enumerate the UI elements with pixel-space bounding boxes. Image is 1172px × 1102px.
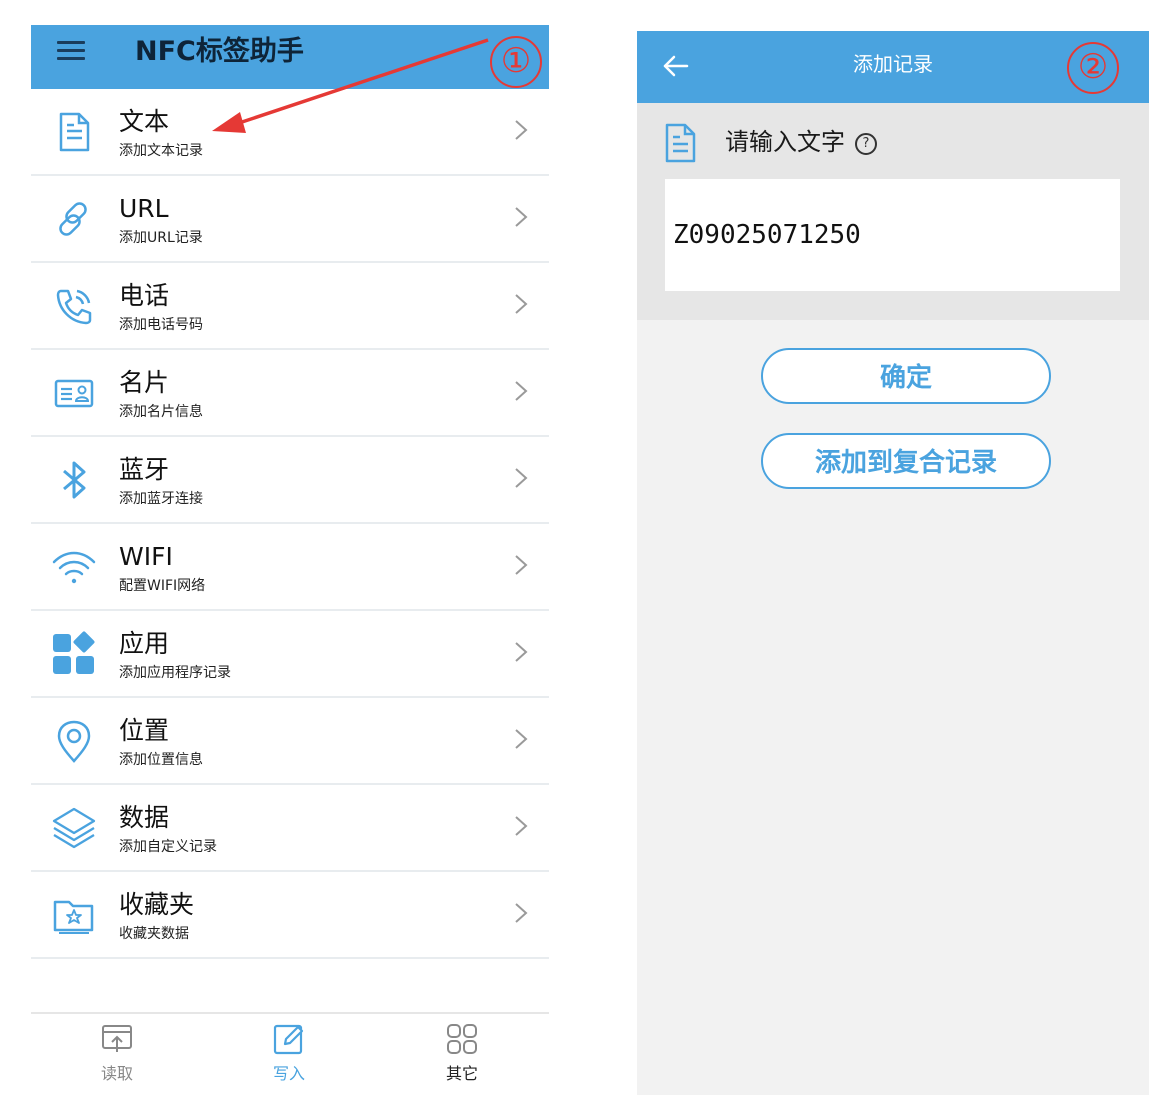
list-item-phone[interactable]: 电话 添加电话号码 [31, 263, 549, 350]
read-icon [102, 1025, 132, 1052]
item-title: 名片 [119, 368, 170, 397]
item-subtitle: 添加蓝牙连接 [119, 491, 203, 507]
bluetooth-icon [63, 461, 86, 499]
chevron-right-icon [515, 555, 528, 575]
tab-label: 读取 [100, 1064, 133, 1083]
left-screen: NFC标签助手 文本 添加文本记录 URL 添加URL记录 电话 添加电话号码 … [31, 25, 549, 1095]
item-subtitle: 配置WIFI网络 [119, 578, 206, 594]
annotation-step-1: ① [490, 36, 542, 88]
list-item-wifi[interactable]: WIFI 配置WIFI网络 [31, 524, 549, 611]
list-item-data[interactable]: 数据 添加自定义记录 [31, 785, 549, 872]
tab-other[interactable]: 其它 [402, 1022, 522, 1084]
help-icon[interactable]: ? [855, 133, 877, 155]
grid-icon [447, 1024, 477, 1054]
chevron-right-icon [515, 729, 528, 749]
chevron-right-icon [515, 294, 528, 314]
confirm-button[interactable]: 确定 [761, 348, 1051, 404]
phone-icon [56, 289, 92, 325]
chevron-right-icon [515, 381, 528, 401]
item-subtitle: 添加名片信息 [119, 404, 203, 420]
bottom-tab-bar: 读取 写入 其它 [31, 1012, 549, 1097]
tab-read[interactable]: 读取 [57, 1022, 177, 1084]
text-input-section: 请输入文字 ? [637, 103, 1149, 320]
document-icon [665, 123, 696, 163]
chevron-right-icon [515, 903, 528, 923]
list-item-apps[interactable]: 应用 添加应用程序记录 [31, 611, 549, 698]
list-item-bluetooth[interactable]: 蓝牙 添加蓝牙连接 [31, 437, 549, 524]
wifi-icon [52, 551, 96, 584]
annotation-step-2: ② [1067, 42, 1119, 94]
item-title: 蓝牙 [119, 455, 170, 484]
add-to-composite-record-button[interactable]: 添加到复合记录 [761, 433, 1051, 489]
favorites-folder-icon [53, 900, 94, 934]
right-screen: 添加记录 请输入文字 ? 确定 添加到复合记录 [637, 31, 1149, 1095]
document-icon [59, 112, 90, 152]
input-prompt-label: 请输入文字 [725, 128, 845, 156]
item-title: WIFI [119, 542, 173, 571]
item-title: 文本 [119, 107, 170, 136]
text-input[interactable] [665, 179, 1120, 291]
item-subtitle: 收藏夹数据 [119, 926, 189, 942]
chevron-right-icon [515, 120, 528, 140]
item-subtitle: 添加URL记录 [119, 230, 203, 246]
item-title: URL [119, 194, 169, 223]
list-item-text[interactable]: 文本 添加文本记录 [31, 89, 549, 176]
list-item-url[interactable]: URL 添加URL记录 [31, 176, 549, 263]
item-title: 收藏夹 [119, 890, 195, 919]
chevron-right-icon [515, 816, 528, 836]
item-title: 数据 [119, 803, 170, 832]
write-icon [273, 1024, 304, 1055]
list-item-location[interactable]: 位置 添加位置信息 [31, 698, 549, 785]
app-header: NFC标签助手 [31, 25, 549, 89]
item-subtitle: 添加应用程序记录 [119, 665, 231, 681]
chevron-right-icon [515, 207, 528, 227]
item-subtitle: 添加位置信息 [119, 752, 203, 768]
app-title: NFC标签助手 [135, 36, 304, 67]
link-icon [59, 202, 87, 236]
menu-icon[interactable] [57, 41, 85, 61]
location-pin-icon [57, 720, 91, 763]
item-subtitle: 添加自定义记录 [119, 839, 217, 855]
apps-icon [53, 631, 95, 674]
tab-label: 其它 [445, 1064, 478, 1083]
item-subtitle: 添加文本记录 [119, 143, 203, 159]
item-title: 位置 [119, 716, 170, 745]
chevron-right-icon [515, 642, 528, 662]
item-title: 应用 [119, 629, 170, 658]
item-subtitle: 添加电话号码 [119, 317, 203, 333]
list-item-favorites[interactable]: 收藏夹 收藏夹数据 [31, 872, 549, 959]
tab-label: 写入 [272, 1064, 305, 1083]
list-item-contact-card[interactable]: 名片 添加名片信息 [31, 350, 549, 437]
chevron-right-icon [515, 468, 528, 488]
tab-write[interactable]: 写入 [229, 1022, 349, 1084]
layers-icon [52, 807, 96, 849]
record-type-list: 文本 添加文本记录 URL 添加URL记录 电话 添加电话号码 名片 添加名片信… [31, 89, 549, 959]
item-title: 电话 [119, 281, 170, 310]
contact-card-icon [54, 379, 94, 408]
